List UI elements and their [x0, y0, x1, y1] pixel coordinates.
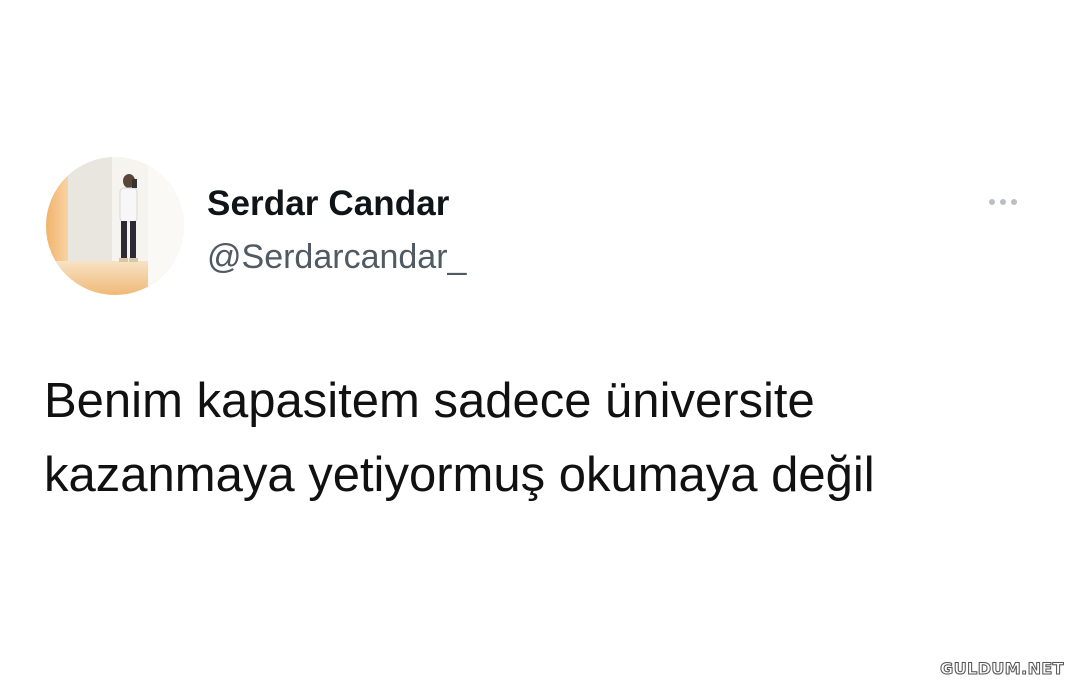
tweet-card: Serdar Candar @Serdarcandar_ Benim kapas…	[0, 0, 1070, 681]
more-horizontal-icon	[1000, 199, 1006, 205]
watermark: GULDUM.NET	[940, 659, 1064, 679]
tweet-text: Benim kapasitem sadece üniversite kazanm…	[44, 364, 1034, 512]
more-horizontal-icon	[1011, 199, 1017, 205]
more-horizontal-icon	[989, 199, 995, 205]
avatar[interactable]	[46, 157, 184, 295]
more-options-button[interactable]	[980, 190, 1026, 214]
tweet-text-line: Benim kapasitem sadece üniversite	[44, 374, 815, 428]
author-name[interactable]: Serdar Candar	[207, 182, 450, 226]
tweet-text-line: kazanmaya yetiyormuş okumaya değil	[44, 448, 875, 502]
author-handle[interactable]: @Serdarcandar_	[207, 236, 466, 278]
profile-photo-icon	[46, 157, 184, 295]
